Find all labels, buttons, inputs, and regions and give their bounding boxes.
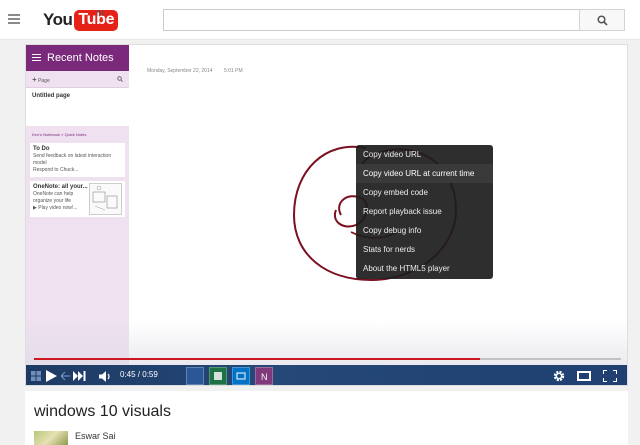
search-button[interactable] xyxy=(579,9,625,31)
notebook-breadcrumb: Ken's Notebook » Quick Notes xyxy=(32,132,87,137)
onenote-sidebar: Recent Notes + Page Untitled page Ken's … xyxy=(26,45,129,365)
volume-icon xyxy=(98,370,110,382)
menu-item-copy-url-at-time[interactable]: Copy video URL at current time xyxy=(356,164,493,183)
context-menu: Copy video URL Copy video URL at current… xyxy=(356,145,493,279)
note-time: 5:01 PM xyxy=(224,68,243,74)
control-bar: 0:45 / 0:59 N xyxy=(26,365,627,385)
untitled-page: Untitled page xyxy=(26,88,129,126)
onenote-header: Recent Notes xyxy=(26,45,129,71)
fullscreen-button[interactable] xyxy=(602,368,618,384)
note-date: Monday, September 22, 2014 xyxy=(147,68,213,74)
progress-played xyxy=(34,358,481,360)
menu-item-about-html5-player[interactable]: About the HTML5 player xyxy=(356,259,493,278)
volume-button[interactable] xyxy=(98,368,112,384)
onenote-icon: N xyxy=(255,367,273,385)
mail-icon xyxy=(232,367,250,385)
menu-icon[interactable] xyxy=(8,14,20,24)
windows-start-icon xyxy=(30,368,42,384)
gear-icon xyxy=(553,370,565,382)
note-thumbnail xyxy=(89,183,122,215)
time-display: 0:45 / 0:59 xyxy=(120,370,158,379)
masthead: You Tube IN xyxy=(0,0,640,40)
hamburger-icon xyxy=(32,54,41,62)
channel-name[interactable]: Eswar Sai xyxy=(75,431,116,441)
play-button[interactable] xyxy=(44,368,58,384)
region-label: IN xyxy=(96,9,104,18)
menu-item-report-playback-issue[interactable]: Report playback issue xyxy=(356,202,493,221)
next-icon xyxy=(72,371,85,381)
menu-item-copy-debug-info[interactable]: Copy debug info xyxy=(356,221,493,240)
channel-avatar[interactable] xyxy=(34,431,68,445)
excel-icon xyxy=(209,367,227,385)
progress-bar[interactable] xyxy=(34,358,621,360)
settings-button[interactable] xyxy=(551,368,567,384)
next-button[interactable] xyxy=(72,368,86,384)
play-icon xyxy=(45,370,57,382)
youtube-logo[interactable]: You Tube xyxy=(43,9,119,31)
taskbar-app-icon xyxy=(186,367,204,385)
video-title: windows 10 visuals xyxy=(34,403,171,420)
onenote-card: OneNote: all your... OneNote can help or… xyxy=(30,181,125,217)
fullscreen-icon xyxy=(603,370,617,382)
search-icon xyxy=(117,76,123,82)
menu-item-copy-embed-code[interactable]: Copy embed code xyxy=(356,183,493,202)
svg-text:N: N xyxy=(261,372,268,382)
video-info: windows 10 visuals Eswar Sai xyxy=(25,391,628,445)
video-player[interactable]: Recent Notes + Page Untitled page Ken's … xyxy=(25,44,628,386)
back-arrow-icon xyxy=(60,368,70,384)
theater-mode-button[interactable] xyxy=(576,368,592,384)
menu-item-copy-video-url[interactable]: Copy video URL xyxy=(356,145,493,164)
search-input[interactable] xyxy=(163,9,580,31)
theater-icon xyxy=(577,371,591,381)
page-search-row: + Page xyxy=(26,71,129,88)
menu-item-stats-for-nerds[interactable]: Stats for nerds xyxy=(356,240,493,259)
search-icon xyxy=(596,14,608,26)
todo-card: To Do Send feedback on latest interactio… xyxy=(30,143,125,177)
